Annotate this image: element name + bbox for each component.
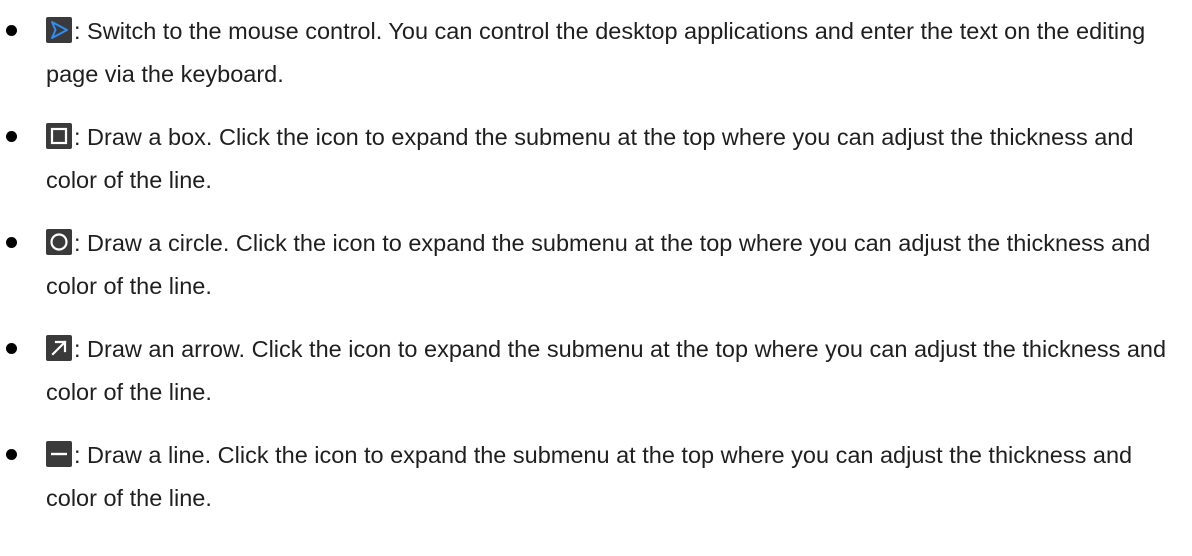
item-text: : Draw a circle. Click the icon to expan… xyxy=(46,230,1151,299)
bullet xyxy=(6,449,17,460)
line-icon xyxy=(46,441,72,467)
bullet xyxy=(6,131,17,142)
mouse-pointer-icon xyxy=(46,17,72,43)
list-item-mouse-control: : Switch to the mouse control. You can c… xyxy=(0,10,1181,96)
box-icon xyxy=(46,123,72,149)
item-text: : Draw an arrow. Click the icon to expan… xyxy=(46,336,1167,405)
item-text: : Draw a box. Click the icon to expand t… xyxy=(46,124,1134,193)
list-item-draw-line: : Draw a line. Click the icon to expand … xyxy=(0,434,1181,520)
bullet xyxy=(6,343,17,354)
arrow-icon xyxy=(46,335,72,361)
item-text: : Switch to the mouse control. You can c… xyxy=(46,18,1146,87)
item-text: : Draw a line. Click the icon to expand … xyxy=(46,442,1133,511)
tool-description-list: : Switch to the mouse control. You can c… xyxy=(0,0,1192,520)
bullet xyxy=(6,25,17,36)
list-item-draw-box: : Draw a box. Click the icon to expand t… xyxy=(0,116,1181,202)
list-item-draw-arrow: : Draw an arrow. Click the icon to expan… xyxy=(0,328,1181,414)
circle-icon xyxy=(46,229,72,255)
list-item-draw-circle: : Draw a circle. Click the icon to expan… xyxy=(0,222,1181,308)
bullet xyxy=(6,237,17,248)
